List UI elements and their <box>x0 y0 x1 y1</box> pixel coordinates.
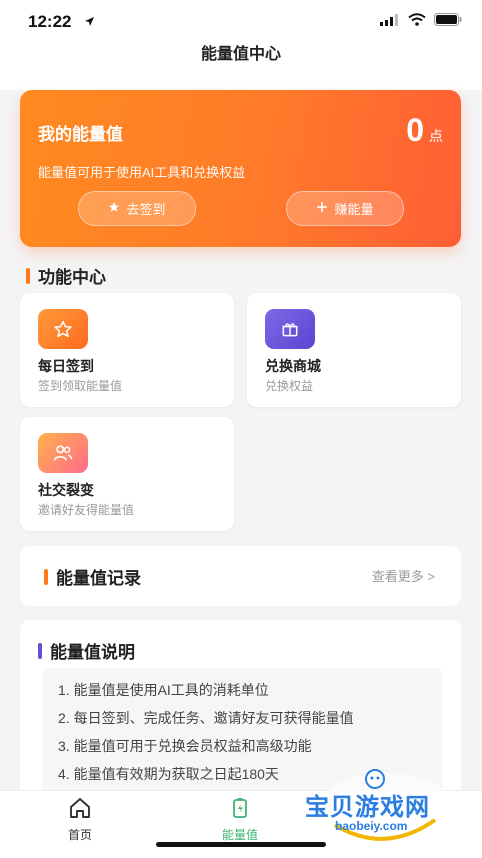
energy-unit: 点 <box>429 128 443 144</box>
energy-title: 我的能量值 <box>38 125 123 144</box>
explain-item: 3. 能量值可用于兑换会员权益和高级功能 <box>58 738 312 754</box>
explain-item: 2. 每日签到、完成任务、邀请好友可获得能量值 <box>58 710 354 726</box>
signal-icon <box>380 13 400 31</box>
section-accent-bar <box>26 267 30 284</box>
users-icon <box>38 433 88 473</box>
feature-name: 每日签到 <box>38 358 94 374</box>
feature-name: 兑换商城 <box>265 358 321 374</box>
page-title: 能量值中心 <box>200 46 281 63</box>
battery-status-icon <box>434 13 462 31</box>
feature-desc: 兑换权益 <box>265 379 314 393</box>
feature-desc: 邀请好友得能量值 <box>38 503 135 517</box>
gift-icon <box>265 309 315 349</box>
energy-number: 0 <box>406 112 424 148</box>
explain-item: 4. 能量值有效期为获取之日起180天 <box>58 766 279 782</box>
records-heading: 能量值记录 <box>44 564 141 589</box>
battery-icon <box>229 798 251 823</box>
section-accent-bar <box>38 642 42 659</box>
wifi-icon <box>408 13 426 31</box>
home-icon <box>68 798 92 823</box>
location-arrow-icon <box>84 14 95 32</box>
energy-summary-card: 我的能量值 0 点 能量值可用于使用AI工具和兑换权益 去签到 赚能量 <box>20 90 461 247</box>
view-more-link[interactable]: 查看更多 > <box>372 566 435 585</box>
feature-desc: 签到领取能量值 <box>38 379 123 393</box>
checkin-button-label: 去签到 <box>126 202 166 217</box>
explain-title: 能量值说明 <box>50 643 135 662</box>
feature-exchange-mall[interactable]: 兑换商城 兑换权益 <box>247 293 461 407</box>
status-bar: 12:22 <box>0 0 482 40</box>
plus-icon <box>316 201 328 216</box>
watermark-text: 宝贝游戏网 <box>305 794 430 821</box>
earn-energy-button-label: 赚能量 <box>334 202 374 217</box>
star-outline-icon <box>38 309 88 349</box>
watermark-logo: 宝贝游戏网 baobeiy.com <box>305 765 455 845</box>
star-icon <box>108 201 120 216</box>
feature-center-title: 功能中心 <box>38 268 106 287</box>
watermark-sub: baobeiy.com <box>335 819 408 833</box>
records-title: 能量值记录 <box>56 569 141 588</box>
energy-description: 能量值可用于使用AI工具和兑换权益 <box>38 165 246 180</box>
status-time: 12:22 <box>28 12 72 31</box>
explain-item: 1. 能量值是使用AI工具的消耗单位 <box>58 682 269 698</box>
tab-energy[interactable]: 能量值 <box>200 797 280 843</box>
earn-energy-button[interactable]: 赚能量 <box>286 191 404 226</box>
tab-home-label: 首页 <box>67 828 92 842</box>
explain-heading: 能量值说明 <box>38 638 135 663</box>
feature-social-invite[interactable]: 社交裂变 邀请好友得能量值 <box>20 417 234 531</box>
feature-daily-checkin[interactable]: 每日签到 签到领取能量值 <box>20 293 234 407</box>
tab-energy-label: 能量值 <box>221 828 258 842</box>
energy-records-card[interactable]: 能量值记录 查看更多 > <box>20 546 461 606</box>
section-accent-bar <box>44 568 48 585</box>
feature-center-heading: 功能中心 <box>26 263 106 288</box>
feature-name: 社交裂变 <box>38 482 94 498</box>
home-indicator <box>156 842 326 847</box>
tab-home[interactable]: 首页 <box>40 797 120 843</box>
checkin-button[interactable]: 去签到 <box>78 191 196 226</box>
nav-bar: 能量值中心 <box>0 40 482 90</box>
energy-value: 0 点 <box>406 112 443 149</box>
